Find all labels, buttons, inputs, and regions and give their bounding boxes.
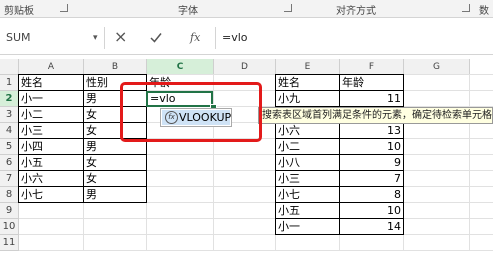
select-all-corner[interactable] [0,59,19,75]
gridline-row [19,218,493,219]
right-table-border [403,74,404,235]
cell-E6[interactable]: 小八 [276,155,339,170]
cell-F9[interactable]: 10 [340,203,403,218]
cell-B8[interactable]: 男 [84,187,146,202]
row-header-9[interactable]: 9 [0,203,19,219]
annotation-highlight-formula [120,82,262,142]
formula-input[interactable]: =vlo [222,28,248,48]
row-header-5[interactable]: 5 [0,139,19,155]
function-tooltip: 搜索表区域首列满足条件的元素，确定待检索单元格 [258,107,493,124]
cell-F1[interactable]: 年龄 [340,75,403,90]
cell-E1[interactable]: 姓名 [276,75,339,90]
name-box[interactable]: SUM [0,28,103,48]
row-header-4[interactable]: 4 [0,123,19,139]
column-header-B[interactable]: B [84,59,147,75]
cell-A3[interactable]: 小二 [19,107,83,122]
font-launcher-icon[interactable] [284,4,292,12]
cell-A7[interactable]: 小六 [19,171,83,186]
cell-E10[interactable]: 小一 [276,219,339,234]
gridline-row [19,250,493,251]
cell-B7[interactable]: 女 [84,171,146,186]
row-header-8[interactable]: 8 [0,187,19,203]
cell-A1[interactable]: 姓名 [19,75,83,90]
ribbon-group-number[interactable]: 数 [479,2,489,17]
row-header-3[interactable]: 3 [0,107,19,123]
ribbon-group-alignment[interactable]: 对齐方式 [336,2,376,17]
cell-F4[interactable]: 13 [340,123,403,138]
right-table-border [276,234,404,235]
cell-E5[interactable]: 小二 [276,139,339,154]
name-box-dropdown-icon[interactable]: ▾ [93,28,98,48]
cell-F10[interactable]: 14 [340,219,403,234]
ribbon-group-font[interactable]: 字体 [178,2,198,17]
ribbon-group-clipboard[interactable]: 剪贴板 [4,2,34,17]
column-header-A[interactable]: A [19,59,84,75]
row-header-6[interactable]: 6 [0,155,19,171]
cell-F6[interactable]: 9 [340,155,403,170]
cell-E8[interactable]: 小七 [276,187,339,202]
formula-bar-divider-2 [215,27,216,49]
cell-A2[interactable]: 小一 [19,91,83,106]
cell-A5[interactable]: 小四 [19,139,83,154]
gridline-col [469,75,470,251]
cell-F5[interactable]: 10 [340,139,403,154]
cell-F7[interactable]: 7 [340,171,403,186]
ribbon-bar: 剪贴板 字体 对齐方式 数 [0,0,493,18]
column-header-F[interactable]: F [340,59,404,75]
clipboard-launcher-icon[interactable] [60,4,68,12]
cell-A4[interactable]: 小三 [19,123,83,138]
column-header-D[interactable]: D [214,59,276,75]
formula-bar-divider [104,27,105,49]
cell-E7[interactable]: 小三 [276,171,339,186]
insert-function-icon[interactable]: fx [190,28,200,48]
cancel-icon[interactable]: × [114,27,127,47]
cell-A8[interactable]: 小七 [19,187,83,202]
cell-F2[interactable]: 11 [340,91,403,106]
cell-E9[interactable]: 小五 [276,203,339,218]
column-header-G[interactable]: G [404,59,470,75]
row-header-1[interactable]: 1 [0,75,19,91]
row-header-2[interactable]: 2 [0,91,19,107]
column-header-C[interactable]: C [147,59,214,75]
gridline-row [19,234,493,235]
cell-E4[interactable]: 小六 [276,123,339,138]
cell-F8[interactable]: 8 [340,187,403,202]
cell-A6[interactable]: 小五 [19,155,83,170]
row-header-11[interactable]: 11 [0,235,19,251]
cell-B6[interactable]: 女 [84,155,146,170]
row-header-10[interactable]: 10 [0,219,19,235]
alignment-launcher-icon[interactable] [462,4,470,12]
check-icon[interactable] [150,32,162,43]
row-header-7[interactable]: 7 [0,171,19,187]
cell-E2[interactable]: 小九 [276,91,339,106]
column-header-E[interactable]: E [276,59,340,75]
